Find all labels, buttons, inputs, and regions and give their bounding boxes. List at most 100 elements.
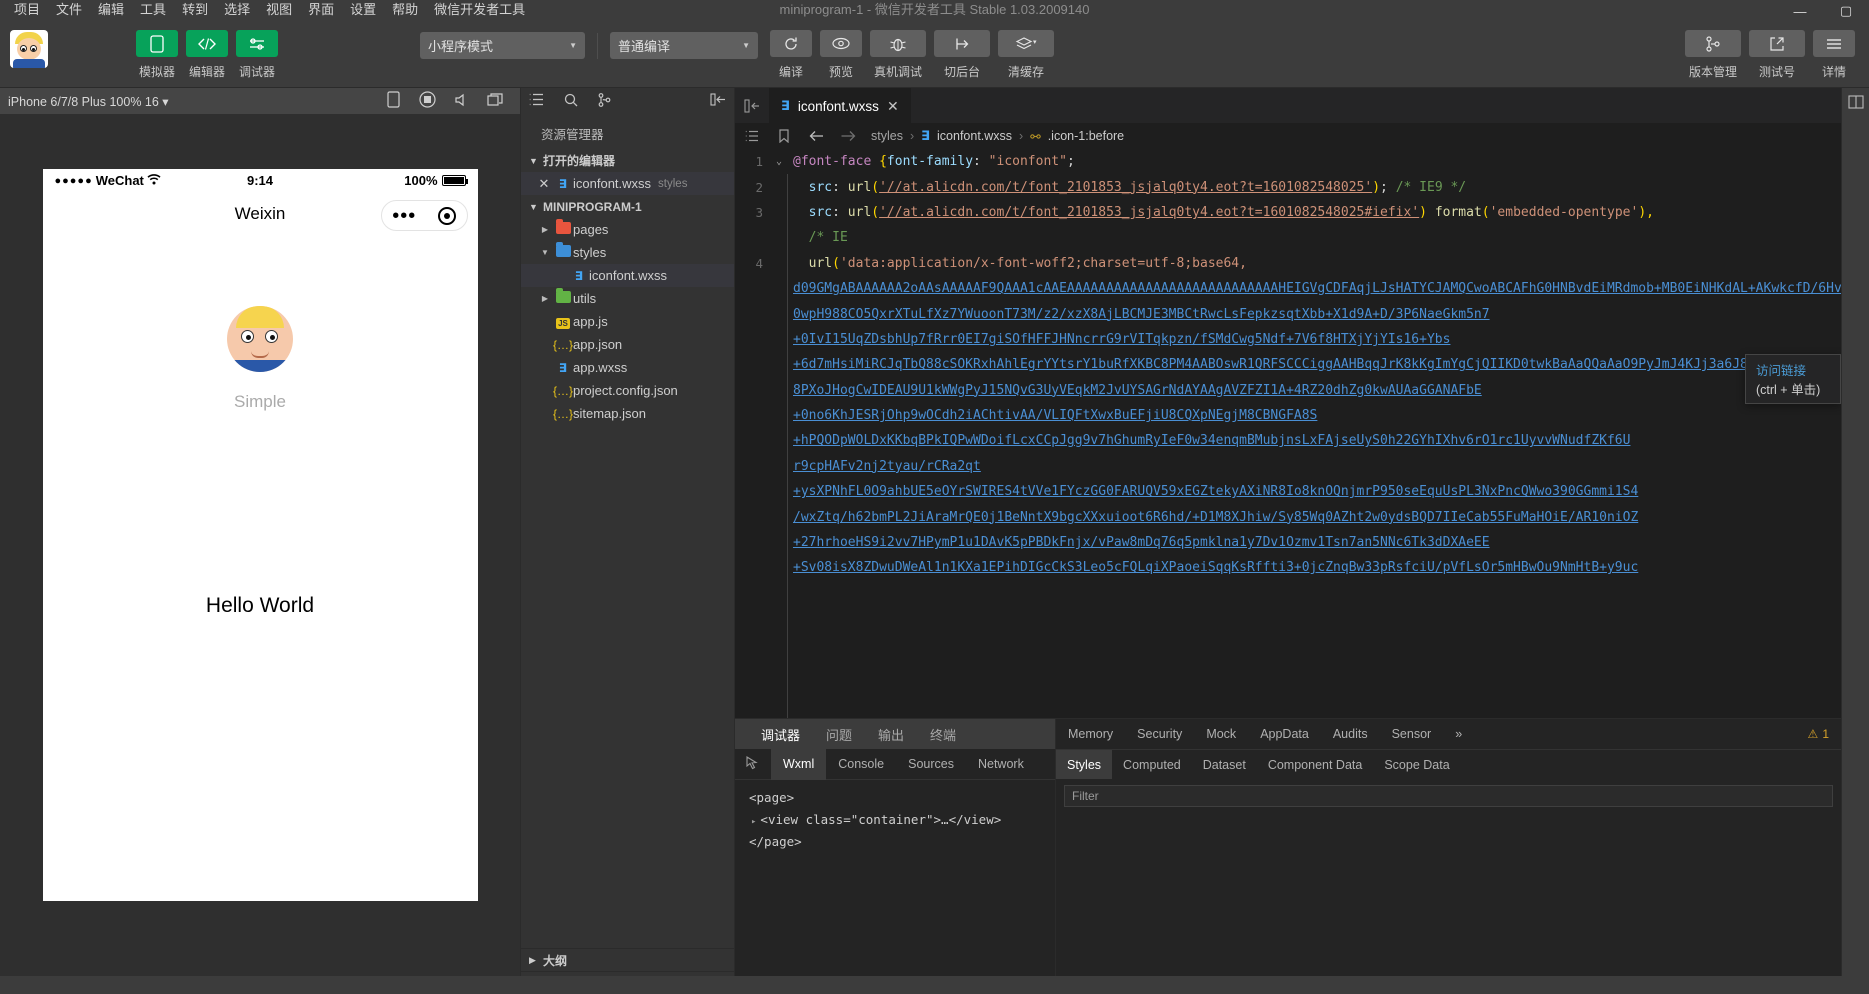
open-editor-item[interactable]: ✕ ∃ iconfont.wxss styles [521,172,734,195]
open-editors-section[interactable]: ▼ 打开的编辑器 [521,149,734,172]
tab-output[interactable]: 输出 [878,725,904,744]
toggle-sidebar-icon[interactable] [735,88,769,123]
collapse-icon[interactable] [710,93,726,111]
code-link[interactable]: '//at.alicdn.com/t/font_2101853_jsjalq0t… [879,205,1419,220]
tree-item-iconfont-wxss[interactable]: ∃ iconfont.wxss [521,264,734,287]
wxml-dom-tree[interactable]: <page> ▸ <view class="container">…</view>… [735,780,1055,994]
tab-security[interactable]: Security [1125,719,1194,750]
file-explorer-panel: 资源管理器 ▼ 打开的编辑器 ✕ ∃ iconfont.wxss styles … [521,88,735,994]
tab-component-data[interactable]: Component Data [1257,750,1374,779]
toggle-debugger-button[interactable]: 调试器 [236,30,278,80]
tree-item-utils[interactable]: ▶ utils [521,287,734,310]
toggle-editor-button[interactable]: 编辑器 [186,30,228,80]
tab-memory[interactable]: Memory [1056,719,1125,750]
more-icon[interactable]: ••• [392,206,416,226]
outline-section[interactable]: ▶ 大纲 [521,948,734,971]
back-arrow-icon[interactable] [809,130,825,142]
menu-item-select[interactable]: 选择 [216,0,258,20]
chevron-right-icon[interactable]: ▶ [537,225,553,234]
tree-item-app-wxss[interactable]: ∃ app.wxss [521,356,734,379]
project-root-section[interactable]: ▼ MINIPROGRAM-1 [521,195,734,218]
close-icon[interactable]: ✕ [535,176,553,192]
tab-sources[interactable]: Sources [896,749,966,780]
menu-item-goto[interactable]: 转到 [174,0,216,20]
tab-wxml[interactable]: Wxml [771,748,827,780]
rotate-device-icon[interactable] [376,91,410,111]
editor-tab-iconfont-wxss[interactable]: ∃ iconfont.wxss ✕ [769,88,911,123]
fold-icon[interactable]: ⌄ [771,156,787,167]
toggle-simulator-button[interactable]: 模拟器 [136,30,178,80]
tab-styles[interactable]: Styles [1056,750,1113,779]
mute-icon[interactable] [444,93,478,110]
menu-item-tools[interactable]: 工具 [132,0,174,20]
mode-select[interactable]: 小程序模式 ▼ [420,32,585,59]
compile-button[interactable]: 编译 [770,30,812,80]
outline-icon[interactable] [745,130,759,142]
tab-computed[interactable]: Computed [1112,750,1192,779]
code-content[interactable]: 1 ⌄ @font-face {font-family: "iconfont";… [735,149,1841,718]
menu-item-edit[interactable]: 编辑 [90,0,132,20]
tooltip-link-text: 访问链接 [1756,364,1807,378]
tree-item-project-config-json[interactable]: {…} project.config.json [521,379,734,402]
device-select[interactable]: iPhone 6/7/8 Plus 100% 16 ▾ [8,94,376,109]
tree-item-styles[interactable]: ▼ styles [521,241,734,264]
tab-problems[interactable]: 问题 [826,725,852,744]
target-icon[interactable] [437,206,456,225]
minimize-button[interactable]: — [1777,0,1823,22]
tree-item-app-js[interactable]: JS app.js [521,310,734,333]
capsule-buttons[interactable]: ••• [380,200,468,231]
background-button[interactable]: 切后台 [934,30,990,80]
dom-arrow[interactable]: ▸ [751,817,756,827]
version-control-button[interactable]: 版本管理 [1685,30,1741,80]
base64-data: +0no6KhJESRjOhp9wOCdh2iAChtivAA/VLIQFtXw… [793,408,1318,424]
breadcrumb-selector[interactable]: .icon-1:before [1048,129,1124,143]
styles-filter-input[interactable]: Filter [1064,785,1833,807]
warning-indicator[interactable]: ⚠ 1 [1808,727,1841,741]
tree-item-label: iconfont.wxss [589,268,668,283]
tab-mock[interactable]: Mock [1194,719,1248,750]
user-avatar [227,306,293,372]
tab-dataset[interactable]: Dataset [1192,750,1257,779]
breadcrumb-styles[interactable]: styles [871,129,903,143]
menu-item-interface[interactable]: 界面 [300,0,342,20]
menu-item-file[interactable]: 文件 [48,0,90,20]
multi-window-icon[interactable] [478,92,512,110]
compile-select[interactable]: 普通编译 ▼ [610,32,758,59]
split-editor-icon[interactable] [1842,88,1869,116]
menu-item-project[interactable]: 项目 [6,0,48,20]
menu-item-view[interactable]: 视图 [258,0,300,20]
preview-button[interactable]: 预览 [820,30,862,80]
chevron-right-icon[interactable]: ▶ [537,294,553,303]
close-icon[interactable]: ✕ [887,98,899,115]
menu-item-settings[interactable]: 设置 [342,0,384,20]
record-icon[interactable] [410,91,444,111]
tree-item-sitemap-json[interactable]: {…} sitemap.json [521,402,734,425]
more-tabs-icon[interactable]: » [1443,719,1474,750]
tree-item-pages[interactable]: ▶ pages [521,218,734,241]
test-account-button[interactable]: 测试号 [1749,30,1805,80]
tab-network[interactable]: Network [966,749,1036,780]
real-device-debug-button[interactable]: 真机调试 [870,30,926,80]
breadcrumb-file[interactable]: iconfont.wxss [937,129,1012,143]
bookmark-icon[interactable] [778,129,790,143]
tab-terminal[interactable]: 终端 [930,725,956,744]
forward-arrow-icon[interactable] [840,130,856,142]
details-button[interactable]: 详情 [1813,30,1855,80]
menu-item-devtools[interactable]: 微信开发者工具 [426,0,533,20]
chevron-down-icon[interactable]: ▼ [537,248,553,257]
tab-debugger[interactable]: 调试器 [761,725,800,744]
branch-icon[interactable] [598,92,611,112]
maximize-button[interactable]: ▢ [1823,0,1869,22]
tab-scope-data[interactable]: Scope Data [1373,750,1460,779]
list-icon[interactable] [529,93,544,111]
tab-sensor[interactable]: Sensor [1380,719,1444,750]
tab-audits[interactable]: Audits [1321,719,1380,750]
tab-appdata[interactable]: AppData [1248,719,1321,750]
code-link[interactable]: '//at.alicdn.com/t/font_2101853_jsjalq0t… [879,180,1372,195]
inspect-element-icon[interactable] [735,755,771,773]
search-icon[interactable] [564,93,578,112]
menu-item-help[interactable]: 帮助 [384,0,426,20]
tree-item-app-json[interactable]: {…} app.json [521,333,734,356]
clear-cache-button[interactable]: ▾ 清缓存 [998,30,1054,80]
tab-console[interactable]: Console [826,749,896,780]
